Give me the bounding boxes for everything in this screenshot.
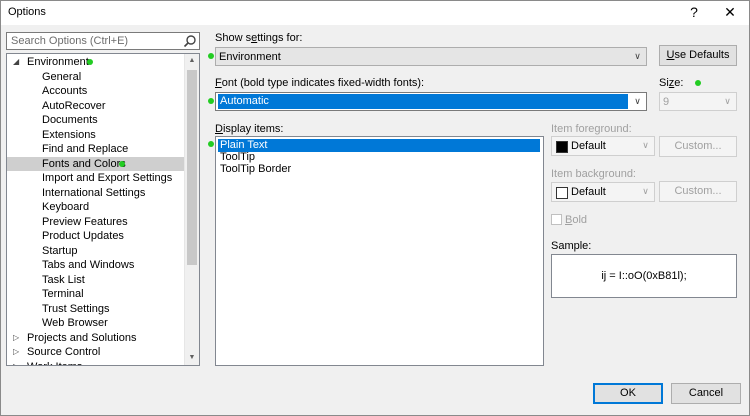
triangle-down-icon[interactable]: ◢: [13, 58, 21, 66]
indicator-dot: [208, 141, 214, 147]
display-item[interactable]: ToolTip Border: [218, 163, 291, 176]
tree-item-label: Product Updates: [42, 230, 124, 242]
foreground-color-swatch: [556, 141, 568, 153]
sample-label: Sample:: [551, 240, 592, 252]
custom-label: Custom...: [674, 185, 722, 197]
chevron-down-icon[interactable]: ∨: [629, 48, 646, 65]
tree-item-label: Terminal: [42, 288, 84, 300]
tree-item-label: Extensions: [42, 128, 96, 141]
size-label-part: e:: [674, 77, 684, 89]
search-options-box[interactable]: Search Options (Ctrl+E): [6, 32, 200, 50]
tree-item-label: Accounts: [42, 85, 88, 97]
tree-item-label: General: [42, 70, 82, 83]
tree-item-label: Keyboard: [42, 201, 90, 213]
tree-item[interactable]: Fonts and Colors: [7, 156, 187, 171]
tree-item-label: Tabs and Windows: [42, 259, 135, 271]
item-foreground-combo[interactable]: Default ∨: [551, 136, 655, 156]
font-label-text: ont (bold type indicates fixed-width fon…: [221, 77, 425, 89]
close-button[interactable]: ✕: [713, 0, 747, 25]
tree-scrollbar[interactable]: ▲ ▼: [184, 54, 199, 365]
size-value: 9: [663, 96, 670, 108]
chevron-down-icon[interactable]: ∨: [637, 137, 654, 154]
tree-item-label: Environment: [27, 56, 89, 68]
ok-label: OK: [620, 387, 636, 399]
chevron-down-icon[interactable]: ∨: [637, 183, 654, 200]
triangle-right-icon[interactable]: ▷: [13, 362, 21, 365]
sample-text: ij = I::oO(0xB81l);: [601, 270, 687, 282]
size-label-part: Si: [659, 77, 669, 89]
options-tree[interactable]: ◢ Environment General Accounts AutoRecover Do…: [6, 53, 200, 366]
window-title: Options: [8, 6, 46, 18]
cancel-label: Cancel: [688, 387, 724, 399]
tree-item-label: Trust Settings: [42, 302, 110, 315]
sample-preview: ij = I::oO(0xB81l);: [551, 254, 737, 298]
show-settings-label-part: ttings for:: [257, 32, 303, 44]
size-label: Size:: [659, 77, 701, 89]
tree-item-label: Work Items: [27, 360, 82, 366]
show-settings-label-part: Show s: [215, 32, 252, 44]
show-settings-value: Environment: [219, 51, 281, 63]
display-items-list[interactable]: Plain Text ToolTip ToolTip Border: [215, 136, 544, 366]
ok-button[interactable]: OK: [593, 383, 663, 404]
show-settings-label: Show settings for:: [215, 32, 302, 44]
background-custom-button[interactable]: Custom...: [659, 181, 737, 202]
scroll-thumb[interactable]: [187, 70, 197, 265]
tree-item-label: Preview Features: [42, 215, 128, 228]
display-items-label-text: isplay items:: [222, 123, 284, 135]
tree-item-label: International Settings: [42, 186, 146, 199]
chevron-down-icon[interactable]: ∨: [719, 93, 736, 110]
bold-label: Bold: [565, 214, 587, 226]
indicator-dot: [694, 80, 701, 86]
tree-item-label: Documents: [42, 114, 98, 126]
tree-item-label: Projects and Solutions: [27, 331, 137, 344]
triangle-right-icon[interactable]: ▷: [13, 348, 21, 356]
use-defaults-button[interactable]: Use Defaults: [659, 45, 737, 66]
cancel-button[interactable]: Cancel: [671, 383, 741, 404]
bold-label-text: old: [572, 214, 588, 226]
indicator-dot: [119, 160, 125, 167]
tree-item-label: Fonts and Colors: [42, 157, 126, 170]
tree-item-label: AutoRecover: [42, 99, 106, 112]
font-label-accel: F: [215, 77, 222, 89]
display-item[interactable]: Plain Text: [218, 139, 540, 152]
help-button[interactable]: ?: [677, 0, 711, 25]
indicator-dot: [208, 98, 214, 104]
triangle-right-icon[interactable]: ▷: [13, 333, 21, 342]
display-items-label: Display items:: [215, 123, 283, 135]
item-foreground-value: Default: [571, 140, 606, 152]
custom-label: Custom...: [674, 140, 722, 152]
tree-item-label: Startup: [42, 244, 78, 257]
size-combo[interactable]: 9 ∨: [659, 92, 737, 111]
show-settings-combo[interactable]: Environment ∨: [215, 47, 647, 66]
tree-item-label: Web Browser: [42, 317, 108, 329]
foreground-custom-button[interactable]: Custom...: [659, 136, 737, 157]
tree-item-label: Source Control: [27, 346, 101, 358]
search-placeholder: Search Options (Ctrl+E): [11, 35, 129, 47]
tree-item-label: Find and Replace: [42, 143, 129, 155]
item-foreground-label: Item foreground:: [551, 123, 632, 135]
background-color-swatch: [556, 187, 568, 199]
title-bar: [0, 0, 750, 25]
tree-item-label: Import and Export Settings: [42, 172, 173, 184]
font-value: Automatic: [218, 94, 628, 109]
use-defaults-label: se Defaults: [674, 49, 730, 61]
chevron-down-icon[interactable]: ∨: [629, 93, 646, 110]
display-items-accel: D: [215, 123, 223, 135]
item-background-combo[interactable]: Default ∨: [551, 182, 655, 202]
font-combo[interactable]: Automatic ∨: [215, 92, 647, 111]
item-background-value: Default: [571, 186, 606, 198]
font-label: Font (bold type indicates fixed-width fo…: [215, 77, 424, 89]
tree-item-label: Task List: [42, 273, 85, 286]
search-icon[interactable]: [183, 34, 197, 48]
item-background-label: Item background:: [551, 168, 636, 180]
indicator-dot: [208, 53, 214, 59]
scroll-down-icon[interactable]: ▼: [185, 351, 199, 365]
scroll-up-icon[interactable]: ▲: [185, 54, 199, 68]
bold-checkbox[interactable]: [551, 214, 562, 225]
indicator-dot: [87, 59, 93, 65]
